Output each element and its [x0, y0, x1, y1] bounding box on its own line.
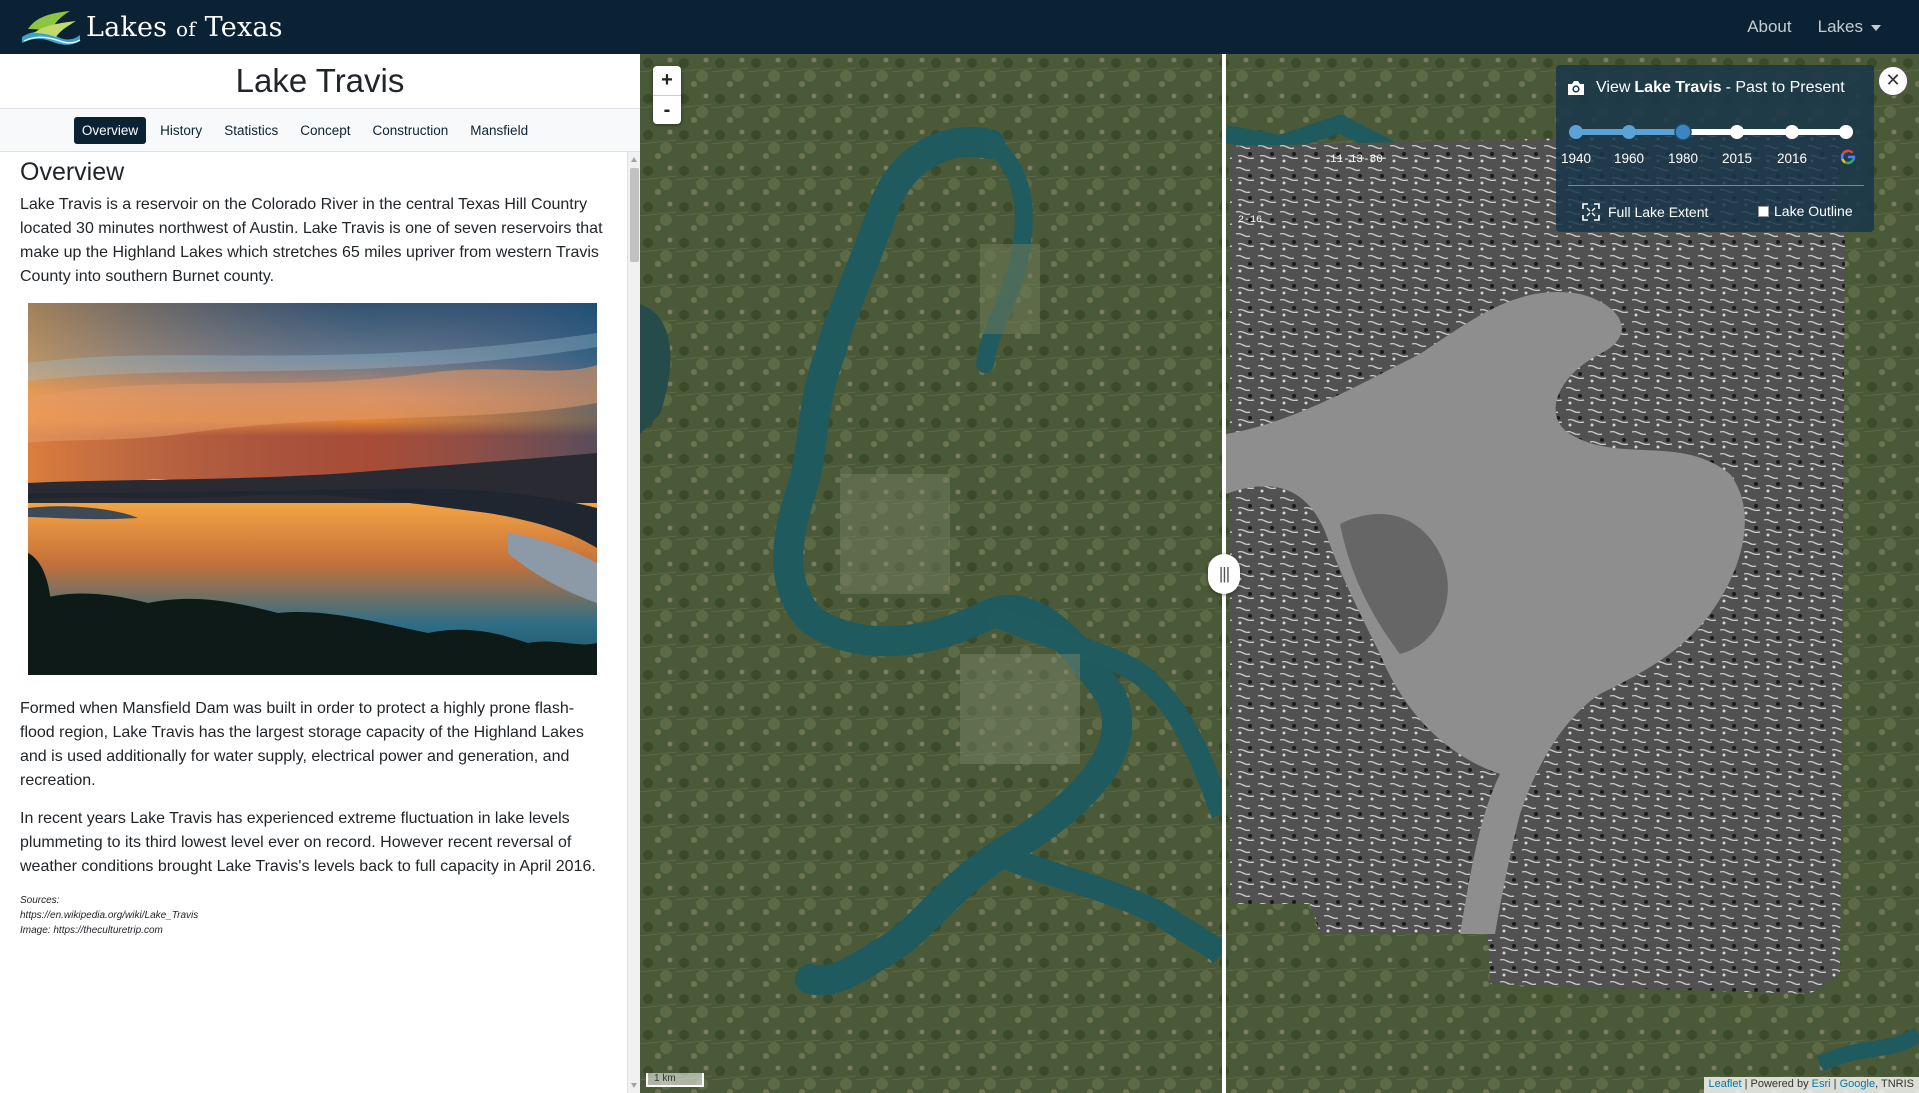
sources-block: Sources: https://en.wikipedia.org/wiki/L… [20, 893, 607, 938]
year-label-1940[interactable]: 1940 [1561, 151, 1591, 166]
photo-stamp-date: 11-13-80 [1330, 154, 1383, 166]
tab-history[interactable]: History [152, 117, 210, 144]
swipe-handle[interactable]: ||| [1208, 554, 1240, 594]
attr-powered-text: | Powered by [1741, 1078, 1812, 1090]
nav-lakes-dropdown[interactable]: Lakes [1818, 17, 1881, 37]
overview-paragraph-2: Formed when Mansfield Dam was built in o… [20, 700, 584, 789]
camera-icon [1568, 81, 1584, 95]
attr-leaflet-link[interactable]: Leaflet [1709, 1078, 1742, 1090]
close-icon[interactable]: ✕ [1878, 66, 1908, 96]
year-label-2016[interactable]: 2016 [1777, 151, 1807, 166]
timeline-header: View Lake Travis - Past to Present [1566, 79, 1845, 97]
timeline-view-prefix: View [1596, 79, 1631, 96]
tab-concept[interactable]: Concept [292, 117, 358, 144]
page-title: Lake Travis [235, 62, 405, 99]
full-lake-extent-button[interactable]: Full Lake Extent [1582, 203, 1708, 221]
year-label-1960[interactable]: 1960 [1614, 151, 1644, 166]
zoom-out-button[interactable]: - [653, 95, 681, 124]
tab-construction[interactable]: Construction [365, 117, 457, 144]
attr-esri-link[interactable]: Esri [1812, 1078, 1831, 1090]
slider-stop-1940[interactable] [1569, 125, 1583, 139]
source-link-image[interactable]: Image: https://theculturetrip.com [20, 923, 607, 938]
overview-paragraph-3: In recent years Lake Travis has experien… [20, 810, 596, 875]
slider-stop-2016[interactable] [1785, 125, 1799, 139]
scroll-up-arrow-icon[interactable] [631, 157, 637, 162]
timeline-panel: View Lake Travis - Past to Present 1940 … [1556, 65, 1874, 232]
chevron-down-icon [1871, 24, 1881, 31]
year-label-2015[interactable]: 2015 [1722, 151, 1752, 166]
lake-tabs: Overview History Statistics Concept Cons… [0, 108, 640, 152]
sources-label: Sources: [20, 895, 60, 906]
attr-google-link[interactable]: Google [1840, 1078, 1875, 1090]
expand-extent-icon [1582, 203, 1600, 221]
map-view[interactable]: 11-13-80 2-16 + - ||| View Lake Travis -… [640, 54, 1919, 1093]
lake-info-panel: Lake Travis Overview History Statistics … [0, 54, 640, 1093]
slider-stop-1960[interactable] [1622, 125, 1636, 139]
timeline-divider [1568, 185, 1864, 186]
section-heading: Overview [20, 158, 125, 186]
nav-lakes-label: Lakes [1817, 17, 1863, 36]
lake-sunset-photo [28, 303, 597, 675]
map-attribution: Leaflet | Powered by Esri | Google, TNRI… [1703, 1077, 1919, 1093]
slider-thumb-1980[interactable] [1674, 123, 1692, 141]
slider-stop-google[interactable] [1839, 125, 1853, 139]
timeline-lake-name: Lake Travis [1634, 79, 1722, 96]
photo-stamp-frame: 2-16 [1238, 215, 1262, 226]
nav-about-link[interactable]: About [1747, 17, 1791, 37]
source-link-wikipedia[interactable]: https://en.wikipedia.org/wiki/Lake_Travi… [20, 908, 607, 923]
lake-wave-logo-icon [22, 11, 81, 45]
panel-scrollbar[interactable] [627, 152, 640, 1093]
overview-content: Overview Lake Travis is a reservoir on t… [0, 152, 627, 1093]
tab-statistics[interactable]: Statistics [216, 117, 286, 144]
timeline-view-suffix: - Past to Present [1725, 79, 1845, 96]
year-slider[interactable] [1556, 119, 1874, 159]
brand-word-of: of [176, 16, 196, 41]
scrollbar-thumb[interactable] [630, 168, 639, 262]
brand-word-lakes: Lakes [86, 11, 168, 43]
top-navbar: Lakes of Texas About Lakes [0, 0, 1919, 54]
zoom-control: + - [653, 66, 681, 124]
scale-bar: 1 km [646, 1073, 704, 1087]
zoom-in-button[interactable]: + [653, 66, 681, 95]
google-icon[interactable] [1840, 149, 1856, 165]
brand[interactable]: Lakes of Texas [20, 7, 283, 47]
lake-outline-label: Lake Outline [1774, 203, 1853, 219]
brand-word-texas: Texas [204, 11, 283, 43]
slider-stop-2015[interactable] [1730, 125, 1744, 139]
tab-mansfield[interactable]: Mansfield [462, 117, 536, 144]
lake-outline-toggle[interactable]: Lake Outline [1758, 203, 1853, 219]
full-lake-extent-label: Full Lake Extent [1608, 204, 1709, 220]
year-label-1980[interactable]: 1980 [1668, 151, 1698, 166]
attr-tnris-text: , TNRIS [1875, 1078, 1914, 1090]
overview-paragraph-1: Lake Travis is a reservoir on the Colora… [20, 196, 603, 285]
scroll-down-arrow-icon[interactable] [631, 1083, 637, 1088]
attr-sep-text: | [1830, 1078, 1840, 1090]
lake-outline-checkbox[interactable] [1758, 205, 1769, 217]
tab-overview[interactable]: Overview [73, 116, 147, 144]
